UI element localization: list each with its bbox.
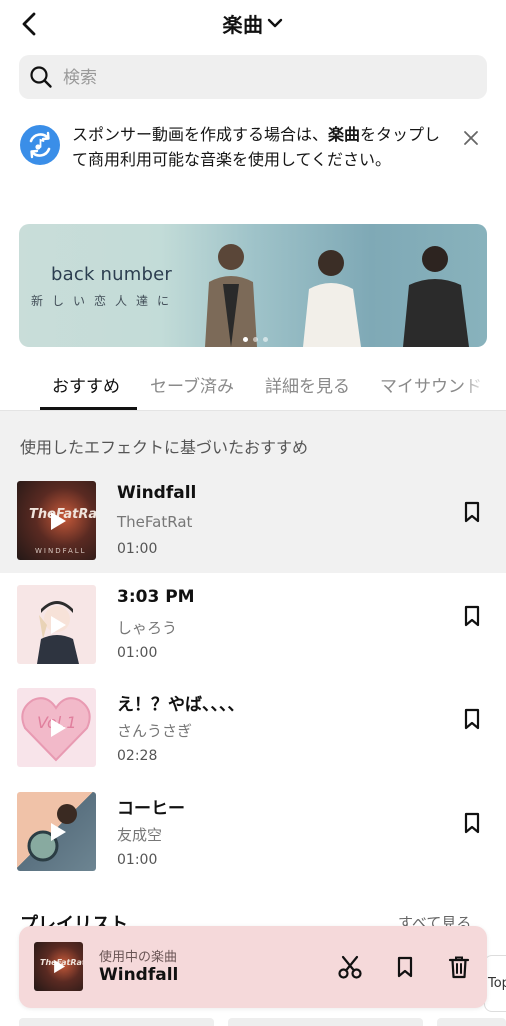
playlist-card[interactable] [19,1018,214,1026]
banner-person [205,244,257,347]
bookmark-icon[interactable] [460,500,484,524]
now-playing-label: 使用中の楽曲 [99,950,178,965]
album-art: TheFatRat WINDFALL [17,481,96,560]
banner-artist: back number [51,264,172,285]
song-row[interactable]: 3:03 PM しゃろう 01:00 [0,574,506,678]
play-icon[interactable] [44,715,70,741]
title-selector[interactable]: 楽曲 [0,8,506,38]
song-artist: 友成空 [117,826,163,844]
tab-my-sounds[interactable]: マイサウンド [380,372,488,397]
trash-icon[interactable] [446,954,472,980]
bookmark-icon[interactable] [392,954,418,980]
banner-person [403,246,469,347]
song-row[interactable]: コーヒー 友成空 01:00 [0,781,506,885]
song-title: 3:03 PM [117,587,195,607]
album-art [17,792,96,871]
section-title: 使用したエフェクトに基づいたおすすめ [20,438,309,457]
song-artist: TheFatRat [117,513,193,531]
scissors-icon[interactable] [337,954,363,980]
bookmark-icon[interactable] [460,707,484,731]
play-icon[interactable] [44,508,70,534]
promo-banner[interactable]: back number 新しい恋人達に [19,224,487,347]
song-title: Windfall [117,483,197,503]
now-playing-bar[interactable]: TheFatRat 使用中の楽曲 Windfall [19,926,487,1008]
play-icon[interactable] [44,819,70,845]
pagination-dot [253,337,258,342]
bookmark-icon[interactable] [460,811,484,835]
playlist-card[interactable]: Top [484,955,506,1012]
song-row[interactable]: TheFatRat WINDFALL Windfall TheFatRat 01… [0,470,506,574]
play-icon[interactable] [49,957,68,976]
banner-person [303,250,361,347]
pagination-dot [263,337,268,342]
playlist-card[interactable] [228,1018,423,1026]
song-duration: 01:00 [117,852,158,868]
play-icon[interactable] [44,612,70,638]
song-artist: しゃろう [117,619,178,637]
song-duration: 01:00 [117,645,158,661]
song-duration: 02:28 [117,748,158,764]
playlist-card-label: Top [488,976,506,991]
album-art: Vol.1 [17,688,96,767]
song-title: コーヒー [117,799,185,819]
tab-details[interactable]: 詳細を見る [265,372,350,397]
album-art [17,585,96,664]
song-artist: さんうさぎ [117,722,193,740]
chevron-down-icon [267,18,282,28]
tab-recommended[interactable]: おすすめ [52,372,120,397]
search-input[interactable] [61,55,465,101]
tab-saved[interactable]: セーブ済み [150,372,234,397]
now-playing-art: TheFatRat [34,942,83,991]
bookmark-icon[interactable] [460,604,484,628]
search-icon [30,66,52,88]
search-bar[interactable] [19,55,487,101]
now-playing-title: Windfall [99,965,179,985]
pagination-dot [243,337,248,342]
banner-song: 新しい恋人達に [31,294,179,308]
song-duration: 01:00 [117,541,158,557]
playlist-card[interactable] [437,1018,506,1026]
page-title: 楽曲 [222,12,264,37]
song-title: え！？やば、、、、 [117,695,245,715]
tab-bar: おすすめ セーブ済み 詳細を見る マイサウンド [0,362,506,410]
song-row[interactable]: Vol.1 え！？やば、、、、 さんうさぎ 02:28 [0,677,506,781]
close-icon[interactable] [461,128,481,148]
banner-pagination [243,337,268,342]
sponsor-notice: スポンサー動画を作成する場合は、楽曲をタップして商用利用可能な音楽を使用してくだ… [72,125,441,169]
music-rotate-icon [20,125,60,165]
